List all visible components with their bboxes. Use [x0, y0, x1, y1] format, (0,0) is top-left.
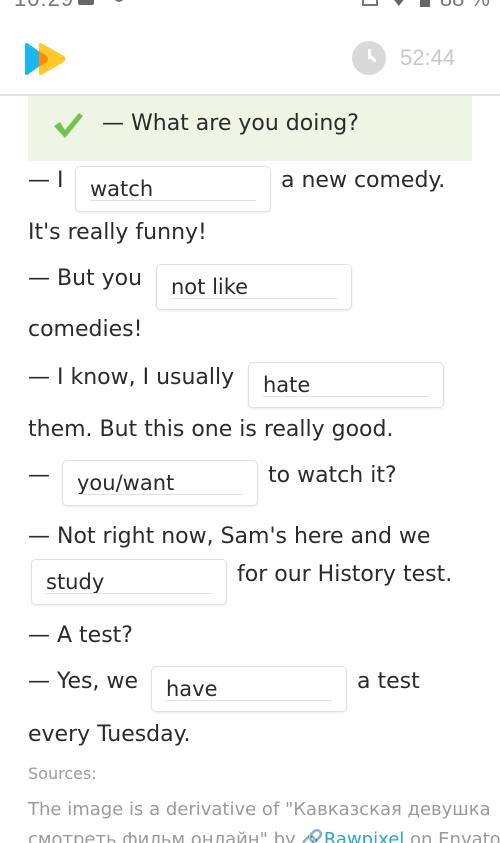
battery-icon: [419, 0, 430, 7]
line-text: a test: [357, 669, 420, 694]
notification-icon: [78, 0, 94, 5]
link-icon: 🔗: [301, 829, 324, 843]
cast-icon: [361, 0, 378, 6]
rawpixel-link[interactable]: Rawpixel: [324, 829, 404, 843]
status-time: 10:29: [14, 0, 74, 12]
line-text: — Not right now, Sam's here and we: [28, 524, 431, 549]
line-text: comedies!: [28, 317, 143, 342]
line-text: every Tuesday.: [28, 722, 191, 747]
line-text: a new comedy.: [281, 168, 446, 193]
answer-value: study: [46, 570, 105, 594]
sources-label: Sources:: [28, 764, 97, 783]
answer-value: you/want: [77, 471, 175, 495]
prompt-text: — What are you doing?: [102, 111, 359, 136]
answer-value: hate: [263, 373, 311, 397]
status-icons: 88 %: [361, 0, 490, 12]
answer-field[interactable]: watch: [75, 166, 271, 212]
timer: 52:44: [352, 41, 455, 75]
line-text: It's really funny!: [28, 220, 207, 245]
battery-level: 88 %: [440, 0, 490, 12]
line-text: them. But this one is really good.: [28, 417, 394, 442]
answer-field[interactable]: you/want: [62, 460, 258, 506]
answer-field[interactable]: not like: [156, 264, 352, 310]
sources-text: on Envato: [410, 829, 500, 843]
line-text: —: [28, 463, 50, 488]
play-logo-icon[interactable]: [22, 42, 68, 76]
sources-text: смотреть фильм онлайн" by: [28, 829, 296, 843]
line-text: — A test?: [28, 623, 133, 648]
correct-prompt-banner: — What are you doing?: [28, 96, 472, 161]
line-text: — I know, I usually: [28, 365, 235, 390]
status-bar: 10:29 88 %: [0, 0, 500, 12]
wifi-icon: [387, 0, 410, 6]
answer-field[interactable]: have: [151, 666, 347, 712]
answer-field[interactable]: study: [31, 559, 227, 605]
checkmark-icon: [54, 113, 83, 138]
sources-text-line2: смотреть фильм онлайн" by 🔗Rawpixel on E…: [28, 829, 500, 843]
sync-icon: [114, 0, 124, 2]
answer-value: not like: [171, 275, 249, 299]
timer-value: 52:44: [400, 45, 456, 70]
line-text: — Yes, we: [28, 669, 139, 694]
app-header: 52:44: [0, 30, 500, 90]
answer-field[interactable]: hate: [248, 362, 444, 408]
answer-value: have: [166, 677, 218, 701]
clock-icon: [352, 41, 386, 75]
answer-value: watch: [90, 177, 154, 201]
line-text: — I: [28, 168, 64, 193]
line-text: to watch it?: [268, 463, 397, 488]
line-text: for our History test.: [237, 562, 453, 587]
line-text: — But you: [28, 266, 143, 291]
sources-text: The image is a derivative of "Кавказская…: [28, 799, 491, 820]
